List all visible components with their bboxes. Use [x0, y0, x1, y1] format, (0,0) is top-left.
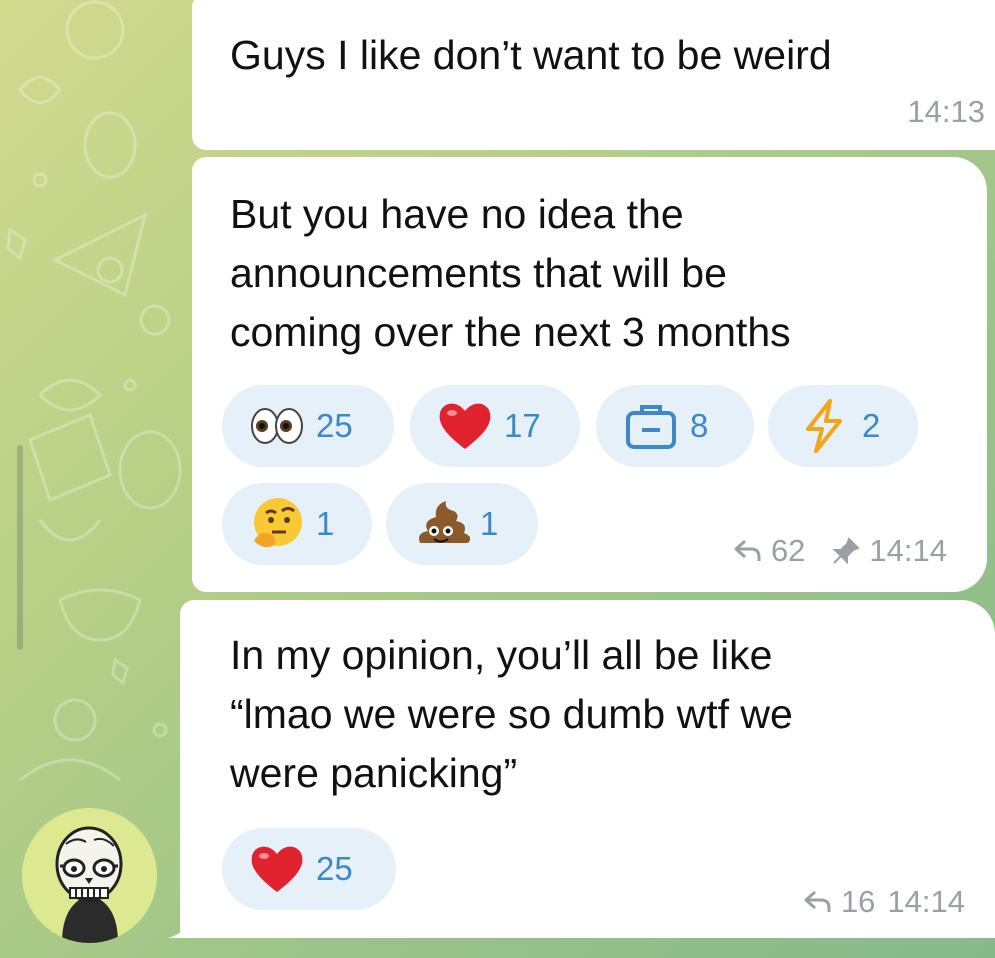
message-time: 14:13: [907, 94, 985, 129]
heart-emoji: [436, 397, 494, 455]
reaction-count: 1: [480, 505, 499, 542]
scrollbar[interactable]: [17, 445, 23, 650]
message-text-line: were panicking”: [230, 750, 518, 796]
reaction-lightning[interactable]: 2: [768, 385, 918, 467]
message-meta: 62 14:14: [733, 533, 947, 569]
message-text-line: announcements that will be: [230, 250, 727, 296]
reaction-briefcase[interactable]: 8: [596, 385, 754, 467]
lightning-emoji: [794, 397, 852, 455]
poop-emoji: [412, 495, 470, 553]
bubble-tail: [168, 902, 208, 938]
reaction-eyes[interactable]: 25: [222, 385, 394, 467]
reaction-count: 2: [862, 407, 881, 444]
message-text-line: “lmao we were so dumb wtf we: [230, 691, 793, 737]
pin-icon: [831, 536, 861, 566]
reaction-thinking[interactable]: 1: [222, 483, 372, 565]
message-text-line: coming over the next 3 months: [230, 309, 791, 355]
message-text-line: In my opinion, you’ll all be like: [230, 632, 773, 678]
message-text: In my opinion, you’ll all be like “lmao …: [230, 626, 793, 803]
reaction-count: 17: [504, 407, 541, 444]
message-text: But you have no idea the announcements t…: [230, 185, 791, 362]
message-text: Guys I like don’t want to be weird: [230, 32, 832, 78]
reaction-count: 25: [316, 850, 353, 887]
message-meta: 16 14:14: [803, 884, 965, 920]
reaction-count: 8: [690, 407, 709, 444]
skull-avatar-icon[interactable]: [22, 808, 157, 943]
reaction-heart[interactable]: 17: [410, 385, 580, 467]
share-arrow-icon: [803, 888, 833, 916]
message-time: 14:14: [869, 533, 947, 568]
thinking-face-emoji: [248, 495, 306, 553]
share-count: 16: [840, 884, 876, 919]
heart-emoji: [248, 840, 306, 898]
message-bubble-3[interactable]: In my opinion, you’ll all be like “lmao …: [180, 600, 995, 938]
reaction-count: 25: [316, 407, 353, 444]
briefcase-emoji: [622, 397, 680, 455]
message-time: 14:14: [887, 884, 965, 919]
share-arrow-icon: [733, 537, 763, 565]
message-bubble-2[interactable]: But you have no idea the announcements t…: [192, 157, 987, 592]
message-text-line: But you have no idea the: [230, 191, 684, 237]
message-bubble-1[interactable]: Guys I like don’t want to be weird 14:13: [192, 0, 995, 150]
reaction-count: 1: [316, 505, 335, 542]
share-count: 62: [770, 533, 806, 568]
reaction-poop[interactable]: 1: [386, 483, 538, 565]
reaction-heart[interactable]: 25: [222, 828, 396, 910]
eyes-emoji: [248, 397, 306, 455]
